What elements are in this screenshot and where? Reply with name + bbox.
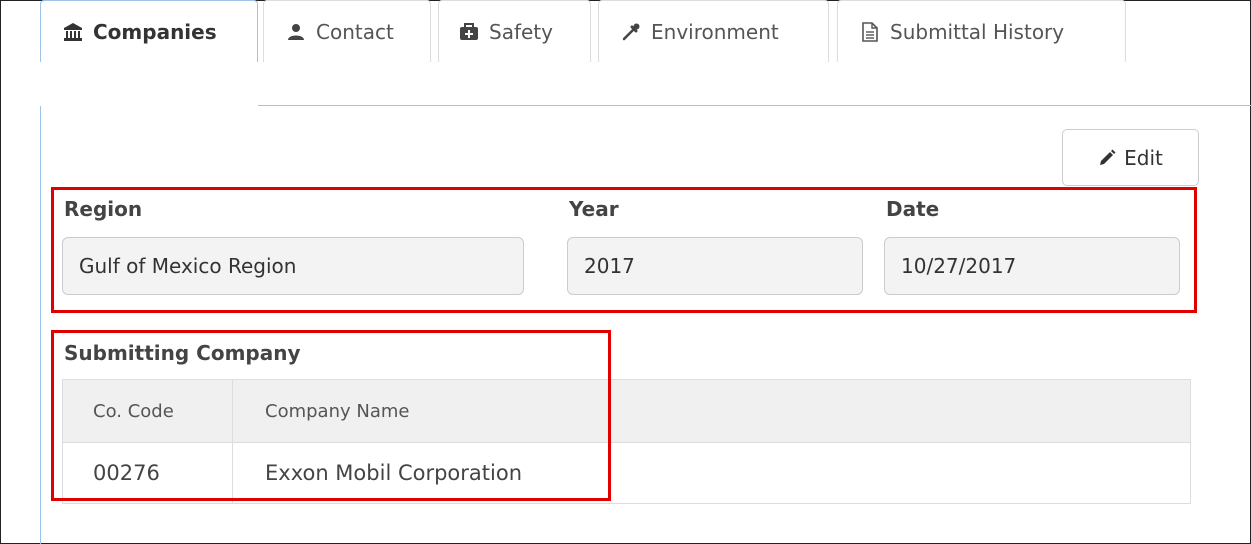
tab-label: Safety [489,19,553,44]
region-field[interactable]: Gulf of Mexico Region [62,237,524,295]
column-header-company-name[interactable]: Company Name [233,380,1190,442]
submitting-company-table: Co. Code Company Name 00276 Exxon Mobil … [62,379,1191,504]
submitting-company-heading: Submitting Company [64,341,301,365]
tab-label: Companies [93,19,217,44]
year-label: Year [569,197,619,221]
user-icon [286,22,306,42]
tab-label: Environment [651,19,779,44]
edit-button[interactable]: Edit [1062,129,1199,186]
tab-companies[interactable]: Companies [40,0,258,62]
medkit-icon [459,22,479,42]
edit-button-label: Edit [1124,145,1163,170]
co-code-cell: 00276 [63,443,233,503]
tab-label: Contact [316,19,394,44]
table-row[interactable]: 00276 Exxon Mobil Corporation [63,443,1190,503]
column-header-co-code[interactable]: Co. Code [63,380,233,442]
region-label: Region [64,197,143,221]
tab-label: Submittal History [890,19,1065,44]
tab-environment[interactable]: Environment [598,0,829,62]
tab-contact[interactable]: Contact [263,0,431,62]
date-field[interactable]: 10/27/2017 [884,237,1180,295]
tab-strip-underline [258,105,1251,106]
year-field[interactable]: 2017 [567,237,863,295]
tab-safety[interactable]: Safety [438,0,591,62]
eyedropper-icon [621,22,641,42]
company-name-cell: Exxon Mobil Corporation [265,461,523,485]
tab-panel-border [40,106,41,544]
tab-submittal-history[interactable]: Submittal History [837,0,1126,62]
date-label: Date [886,197,940,221]
table-header: Co. Code Company Name [63,380,1190,443]
document-icon [860,21,880,42]
pencil-icon [1098,149,1116,167]
bank-icon [63,22,83,42]
